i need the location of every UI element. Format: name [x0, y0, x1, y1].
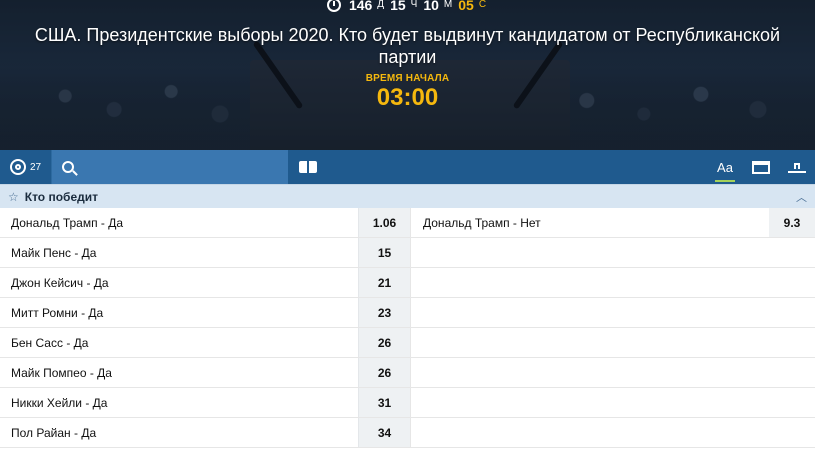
odds-button[interactable]: 31: [358, 388, 410, 417]
odds-button[interactable]: 23: [358, 298, 410, 327]
countdown-hours: 15: [390, 0, 406, 13]
font-size-icon: Aa: [717, 159, 733, 175]
book-icon: [299, 161, 317, 173]
start-time-value: 03:00: [376, 84, 439, 111]
outcome-name: Дональд Трамп - Да: [11, 215, 124, 230]
window-icon: [752, 160, 770, 174]
countdown-days: 146: [348, 0, 373, 13]
event-title: США. Президентские выборы 2020. Кто буде…: [34, 25, 781, 67]
outcome-row: Майк Помпео - Да 26: [0, 358, 815, 388]
outcome-name: Майк Помпео - Да: [11, 365, 112, 380]
outcome-row: Митт Ромни - Да 23: [0, 298, 815, 328]
outcome-name: Бен Сасс - Да: [11, 335, 89, 350]
star-icon[interactable]: ☆: [8, 190, 19, 204]
market-header[interactable]: ☆ Кто победит ︿: [0, 184, 815, 208]
outcome-name: Митт Ромни - Да: [11, 305, 104, 320]
odds-button[interactable]: 9.3: [769, 208, 815, 237]
countdown-minutes-unit: М: [443, 0, 453, 10]
outcome-row: Бен Сасс - Да 26: [0, 328, 815, 358]
outcome-name: Пол Райан - Да: [11, 425, 97, 440]
event-banner: 146 Д 15 Ч 10 М 05 С США. Президентские …: [0, 0, 815, 150]
outcome-name: Майк Пенс - Да: [11, 245, 97, 260]
statistics-button[interactable]: [288, 161, 328, 173]
outcome-row: Пол Райан - Да 34: [0, 418, 815, 448]
outcome-row: Дональд Трамп - Да 1.06 Дональд Трамп - …: [0, 208, 815, 238]
odds-button[interactable]: 34: [358, 418, 410, 447]
countdown-hours-unit: Ч: [410, 0, 418, 10]
target-icon: [9, 159, 26, 175]
search-icon: [62, 161, 74, 173]
outcomes-list: Дональд Трамп - Да 1.06 Дональд Трамп - …: [0, 208, 815, 448]
outcome-name: Дональд Трамп - Нет: [410, 208, 769, 237]
font-size-toggle[interactable]: Aa: [707, 150, 743, 184]
outcome-row: Джон Кейсич - Да 21: [0, 268, 815, 298]
chevron-up-icon[interactable]: ︿: [796, 189, 807, 205]
countdown-minutes: 10: [423, 0, 439, 13]
layout-toggle[interactable]: [743, 150, 779, 184]
outcome-name: Джон Кейсич - Да: [11, 275, 109, 290]
odds-button[interactable]: 26: [358, 358, 410, 387]
odds-button[interactable]: 1.06: [358, 208, 410, 237]
markets-count-button[interactable]: 27: [0, 150, 52, 184]
countdown-seconds: 05: [458, 0, 474, 13]
markets-count: 27: [29, 161, 42, 173]
anchor-icon: [788, 161, 806, 173]
odds-button[interactable]: 21: [358, 268, 410, 297]
countdown-timer: 146 Д 15 Ч 10 М 05 С: [0, 0, 815, 12]
outcome-name: Никки Хейли - Да: [11, 395, 108, 410]
odds-button[interactable]: 26: [358, 328, 410, 357]
outcome-row: Никки Хейли - Да 31: [0, 388, 815, 418]
search-field[interactable]: [52, 150, 288, 184]
market-title: Кто победит: [24, 189, 99, 204]
clock-icon: [326, 0, 341, 12]
countdown-days-unit: Д: [377, 0, 385, 10]
event-toolbar: 27 Aa: [0, 150, 815, 184]
outcome-row: Майк Пенс - Да 15: [0, 238, 815, 268]
pin-button[interactable]: [779, 150, 815, 184]
odds-button[interactable]: 15: [358, 238, 410, 267]
countdown-seconds-unit: С: [478, 0, 487, 10]
start-time-label: ВРЕМЯ НАЧАЛА: [365, 73, 450, 84]
